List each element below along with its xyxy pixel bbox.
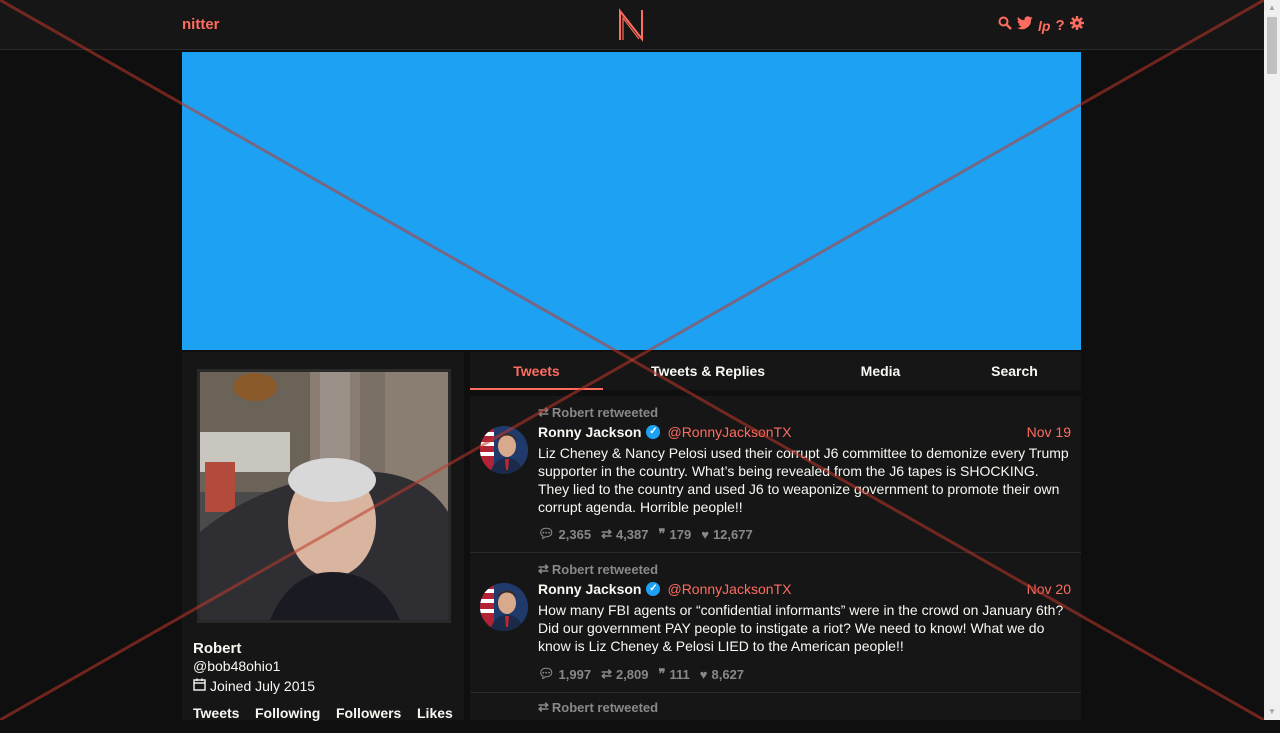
search-icon[interactable] — [998, 16, 1012, 35]
quotes-count: 111 — [669, 666, 690, 682]
nav-icons: lp ? — [998, 16, 1084, 35]
calendar-icon — [193, 678, 206, 694]
scrollbar-thumb[interactable] — [1267, 17, 1277, 74]
retweet-label: Robert retweeted — [551, 699, 659, 715]
retweets-count: 4,387 — [615, 526, 649, 542]
retweet-header: ⇄ Robert retweeted — [538, 699, 658, 715]
profile-fullname[interactable]: Robert — [193, 640, 241, 657]
tweet-item[interactable]: ⇄ Robert retweeted Ronny Jackson ✓ @Ronn… — [470, 553, 1081, 693]
profile-avatar[interactable] — [197, 369, 451, 623]
verified-icon: ✓ — [646, 425, 661, 439]
liberapay-icon[interactable]: lp — [1038, 17, 1050, 35]
brand-link[interactable]: nitter — [182, 16, 220, 33]
tweet-retweets[interactable]: ⇄ 2,809 — [601, 666, 648, 682]
tweet-author-handle[interactable]: @RonnyJacksonTX — [667, 581, 791, 597]
page-scrollbar[interactable]: ▲ ▼ — [1264, 0, 1280, 720]
quote-icon: ❞ — [658, 666, 666, 681]
tweet-item[interactable]: ⇄ Robert retweeted — [470, 693, 1081, 733]
twitter-icon[interactable] — [1017, 16, 1033, 35]
joined-text: Joined July 2015 — [210, 678, 316, 694]
heart-icon: ♥ — [701, 526, 709, 542]
tweet-avatar[interactable] — [480, 426, 528, 474]
retweet-icon: ⇄ — [538, 561, 549, 576]
stat-followers[interactable]: Followers — [336, 705, 417, 721]
tweet-replies[interactable]: 💬︎ 1,997 — [538, 666, 591, 682]
tweet-author-handle[interactable]: @RonnyJacksonTX — [667, 424, 791, 440]
stat-tweets[interactable]: Tweets — [193, 705, 255, 721]
tweet-date[interactable]: Nov 19 — [1027, 424, 1071, 440]
help-icon[interactable]: ? — [1055, 17, 1064, 35]
timeline: ⇄ Robert retweeted Ronny Jackson ✓ @Ronn… — [470, 396, 1081, 720]
likes-count: 12,677 — [712, 526, 753, 542]
tweet-author: Ronny Jackson ✓ @RonnyJacksonTX — [538, 424, 791, 440]
retweet-icon: ⇄ — [538, 404, 549, 419]
retweets-count: 2,809 — [615, 666, 649, 682]
tweet-text: How many FBI agents or “confidential inf… — [538, 602, 1064, 654]
retweet-icon: ⇄ — [601, 666, 612, 681]
tab-search[interactable]: Search — [948, 352, 1081, 390]
retweet-header: ⇄ Robert retweeted — [538, 404, 658, 420]
retweet-header: ⇄ Robert retweeted — [538, 561, 658, 577]
tweet-replies[interactable]: 💬︎ 2,365 — [538, 526, 591, 542]
nitter-logo-icon[interactable] — [617, 8, 645, 47]
top-nav-bar: nitter lp ? — [0, 0, 1264, 50]
profile-stats: Tweets Following Followers Likes — [193, 705, 453, 721]
tweet-author: Ronny Jackson ✓ @RonnyJacksonTX — [538, 581, 791, 597]
tweet-quotes[interactable]: ❞ 179 — [659, 526, 692, 542]
profile-username[interactable]: @bob48ohio1 — [193, 658, 280, 674]
tweet-date[interactable]: Nov 20 — [1027, 581, 1071, 597]
retweet-icon: ⇄ — [538, 699, 549, 714]
retweet-label: Robert retweeted — [551, 404, 659, 420]
tweet-stats: 💬︎ 1,997 ⇄ 2,809 ❞ 111 ♥ 8,627 — [538, 666, 744, 682]
tweet-stats: 💬︎ 2,365 ⇄ 4,387 ❞ 179 ♥ 12,677 — [538, 526, 753, 542]
replies-count: 1,997 — [558, 666, 592, 682]
tweet-likes[interactable]: ♥ 12,677 — [701, 526, 752, 542]
tweet-retweets[interactable]: ⇄ 4,387 — [601, 526, 648, 542]
quote-icon: ❞ — [658, 526, 666, 541]
tweet-text: Liz Cheney & Nancy Pelosi used their cor… — [538, 445, 1069, 515]
tab-media[interactable]: Media — [813, 352, 948, 390]
profile-card: Robert @bob48ohio1 Joined July 2015 Twee… — [182, 352, 464, 721]
verified-icon: ✓ — [646, 582, 661, 596]
quotes-count: 179 — [669, 526, 692, 542]
comment-icon: 💬︎ — [538, 526, 555, 541]
retweet-icon: ⇄ — [601, 526, 612, 541]
likes-count: 8,627 — [711, 666, 745, 682]
settings-icon[interactable] — [1069, 16, 1084, 35]
profile-banner[interactable] — [182, 52, 1081, 350]
tweet-item[interactable]: ⇄ Robert retweeted Ronny Jackson ✓ @Ronn… — [470, 396, 1081, 553]
tweet-author-name[interactable]: Ronny Jackson — [538, 581, 641, 597]
tweet-likes[interactable]: ♥ 8,627 — [700, 666, 744, 682]
tab-tweets-replies[interactable]: Tweets & Replies — [603, 352, 813, 390]
comment-icon: 💬︎ — [538, 666, 555, 681]
tweet-quotes[interactable]: ❞ 111 — [659, 666, 690, 682]
timeline-tabs: Tweets Tweets & Replies Media Search — [470, 352, 1081, 390]
tweet-avatar[interactable] — [480, 583, 528, 631]
scroll-up-icon[interactable]: ▲ — [1264, 0, 1280, 16]
tab-tweets[interactable]: Tweets — [470, 352, 603, 390]
retweet-label: Robert retweeted — [551, 561, 659, 577]
stat-following[interactable]: Following — [255, 705, 336, 721]
tweet-author-name[interactable]: Ronny Jackson — [538, 424, 641, 440]
profile-joined: Joined July 2015 — [193, 678, 315, 694]
scroll-down-icon[interactable]: ▼ — [1264, 704, 1280, 720]
heart-icon: ♥ — [699, 666, 708, 682]
replies-count: 2,365 — [558, 526, 592, 542]
stat-likes[interactable]: Likes — [417, 705, 453, 721]
